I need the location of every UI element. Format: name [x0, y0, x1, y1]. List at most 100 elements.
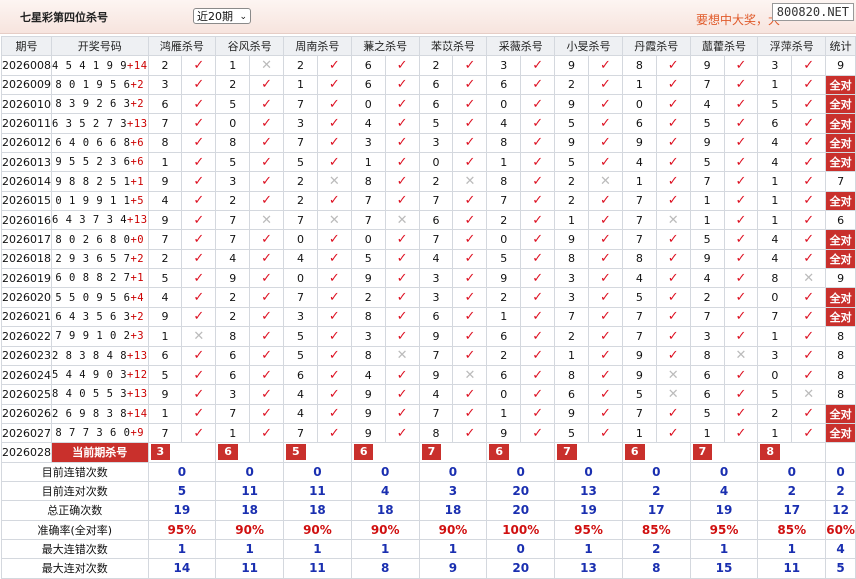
check-icon: ✓ [316, 364, 352, 386]
check-icon: ✓ [316, 94, 352, 115]
draw-sum-offset: +3 [130, 330, 145, 343]
kill-number: 7 [621, 403, 657, 424]
check-icon: ✓ [181, 384, 217, 405]
draw-digits: 6 3 5 2 7 3 [52, 117, 128, 130]
check-icon: ✓ [723, 384, 759, 405]
summary-value: 0 [486, 461, 556, 482]
kill-number: 5 [554, 422, 589, 444]
current-period-row: 2026028 当前期杀号 3 6 5 6 7 6 7 6 7 8 [1, 442, 856, 463]
kill-number: 2 [147, 248, 183, 270]
check-icon: ✓ [723, 422, 759, 444]
kill-number: 0 [350, 229, 386, 250]
kill-number: 9 [621, 345, 657, 366]
kill-number: 4 [283, 403, 318, 424]
check-icon: ✓ [723, 132, 759, 154]
kill-number: 7 [418, 403, 454, 424]
check-icon: ✓ [452, 190, 488, 212]
cross-icon: ✕ [452, 171, 488, 192]
kill-number: 4 [486, 113, 522, 134]
kill-number: 6 [283, 364, 318, 386]
summary-value: 17 [621, 500, 691, 521]
summary-value: 95% [689, 519, 759, 540]
check-icon: ✓ [587, 384, 623, 405]
row-stat: 全对 [825, 306, 856, 328]
check-icon: ✓ [384, 132, 420, 154]
summary-value: 0 [689, 461, 759, 482]
check-icon: ✓ [452, 268, 488, 289]
summary-value: 60% [825, 519, 856, 540]
draw-digits: 9 5 5 2 3 6 [55, 156, 131, 169]
cross-icon: ✕ [587, 171, 623, 192]
kill-number: 3 [418, 268, 454, 289]
check-icon: ✓ [384, 364, 420, 386]
draw-sum-offset: +14 [127, 407, 148, 420]
row-stat: 全对 [825, 74, 856, 96]
kill-number: 4 [757, 248, 793, 270]
table-row: 2026019 6 0 8 8 2 7+1 5 ✓ 9 ✓ 0 ✓ 9 ✓ 3 ✓ 9 ✓ 3 ✓ 4 ✓ 4 ✓ 8 ✕… [1, 268, 856, 289]
check-icon: ✓ [316, 74, 352, 96]
current-kill-cell: 6 [215, 442, 285, 463]
check-icon: ✓ [520, 210, 556, 231]
cross-icon: ✕ [384, 210, 420, 231]
kill-number: 7 [621, 306, 657, 328]
period-cell: 2026024 [1, 364, 52, 386]
site-watermark: 800820.NET [771, 3, 854, 21]
cross-icon: ✕ [655, 364, 691, 386]
cross-icon: ✕ [316, 210, 352, 231]
check-icon: ✓ [249, 229, 285, 250]
check-icon: ✓ [791, 171, 827, 192]
kill-number: 3 [554, 287, 589, 308]
kill-number: 7 [621, 229, 657, 250]
check-icon: ✓ [384, 152, 420, 173]
summary-value: 18 [418, 500, 488, 521]
summary-value: 19 [147, 500, 217, 521]
check-icon: ✓ [520, 171, 556, 192]
predicted-kill-number: 5 [286, 444, 306, 461]
draw-digits: 6 4 3 5 6 3 [55, 310, 131, 323]
table-row: 2026016 6 4 3 7 3 4+13 9 ✓ 7 ✕ 7 ✕ 7 ✕ 6 ✓ 2 ✓ 1 ✓ 7 ✕ 1 ✓ 1… [1, 210, 856, 231]
kill-number: 7 [350, 210, 386, 231]
kill-number: 9 [554, 229, 589, 250]
draw-digits: 0 1 9 9 1 1 [55, 194, 131, 207]
check-icon: ✓ [587, 326, 623, 347]
kill-number: 1 [689, 210, 725, 231]
kill-number: 9 [147, 306, 183, 328]
kill-number: 7 [486, 190, 522, 212]
check-icon: ✓ [181, 248, 217, 270]
summary-value: 1 [757, 538, 827, 560]
kill-number: 7 [621, 190, 657, 212]
summary-value: 100% [486, 519, 556, 540]
kill-number: 4 [689, 94, 725, 115]
draw-digits: 2 9 3 6 5 7 [55, 252, 131, 265]
period-range-select[interactable]: 近20期 ⌄ [193, 8, 251, 24]
kill-number: 8 [215, 132, 251, 154]
draw-sum-offset: +6 [130, 156, 145, 169]
summary-label: 准确率(全对率) [1, 519, 149, 540]
kill-number: 7 [689, 74, 725, 96]
draw-digits: 4 5 4 1 9 9 [52, 59, 128, 72]
summary-value: 0 [486, 538, 556, 560]
row-stat: 8 [825, 345, 856, 366]
kill-number: 1 [147, 326, 183, 347]
predicted-kill-number: 7 [692, 444, 713, 461]
kill-number: 5 [147, 268, 183, 289]
draw-number-cell: 6 4 0 6 6 8+6 [51, 132, 149, 154]
summary-value: 11 [215, 558, 285, 579]
check-icon: ✓ [723, 287, 759, 308]
kill-number: 7 [757, 306, 793, 328]
row-stat: 全对 [825, 152, 856, 173]
kill-number: 7 [147, 113, 183, 134]
summary-row: 最大连对次数 14 11 11 8 9 20 13 8 15 11 5 [1, 558, 856, 579]
draw-number-cell: 6 0 8 8 2 7+1 [51, 268, 149, 289]
row-stat: 9 [825, 268, 856, 289]
check-icon: ✓ [520, 364, 556, 386]
draw-digits: 9 8 8 2 5 1 [55, 175, 131, 188]
table-row: 2026026 2 6 9 8 3 8+14 1 ✓ 7 ✓ 4 ✓ 9 ✓ 7 ✓ 1 ✓ 9 ✓ 7 ✓ 5 ✓ 2… [1, 403, 856, 424]
check-icon: ✓ [587, 268, 623, 289]
check-icon: ✓ [249, 94, 285, 115]
check-icon: ✓ [452, 113, 488, 134]
check-icon: ✓ [655, 248, 691, 270]
kill-number: 2 [215, 287, 251, 308]
kill-number: 7 [215, 229, 251, 250]
period-cell: 2026012 [1, 132, 52, 154]
